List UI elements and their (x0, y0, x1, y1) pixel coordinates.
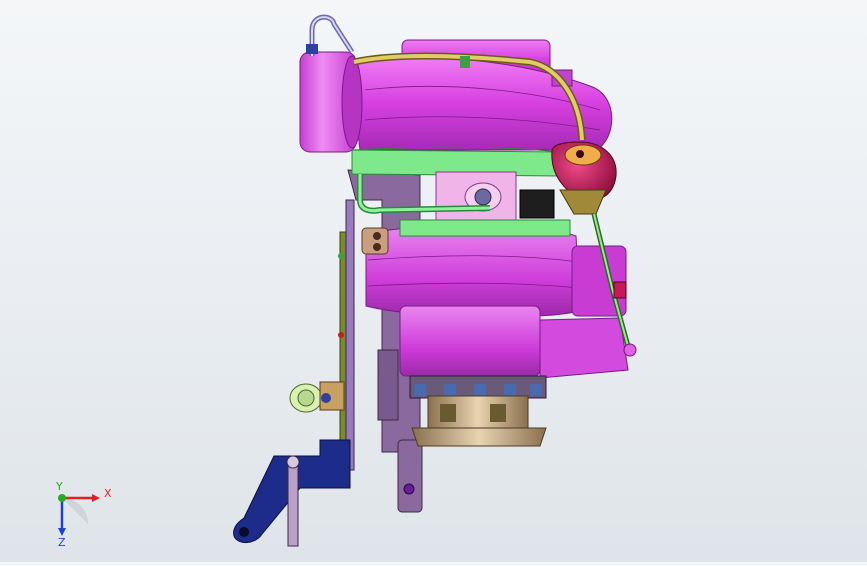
orientation-triad[interactable] (58, 494, 100, 536)
turbocharger-model[interactable] (0, 0, 867, 562)
lower-bracket[interactable] (233, 439, 351, 547)
triad-x-label: X (104, 487, 112, 500)
hose-clip[interactable] (289, 381, 345, 413)
wastegate-actuator[interactable] (551, 141, 617, 215)
triad-y-axis (58, 494, 66, 502)
triad-y-label: Y (56, 480, 63, 493)
turbine-flange-bracket[interactable] (361, 227, 389, 255)
turbine-housing[interactable] (365, 219, 629, 379)
sensor-tube[interactable] (306, 14, 355, 56)
outlet-flange[interactable] (411, 395, 547, 447)
outlet-bolts (409, 375, 547, 399)
triad-z-label: Z (58, 536, 66, 549)
cad-viewport[interactable]: X Y Z (0, 0, 867, 562)
bearing-housing[interactable] (435, 171, 555, 221)
side-bracket[interactable] (338, 199, 355, 473)
